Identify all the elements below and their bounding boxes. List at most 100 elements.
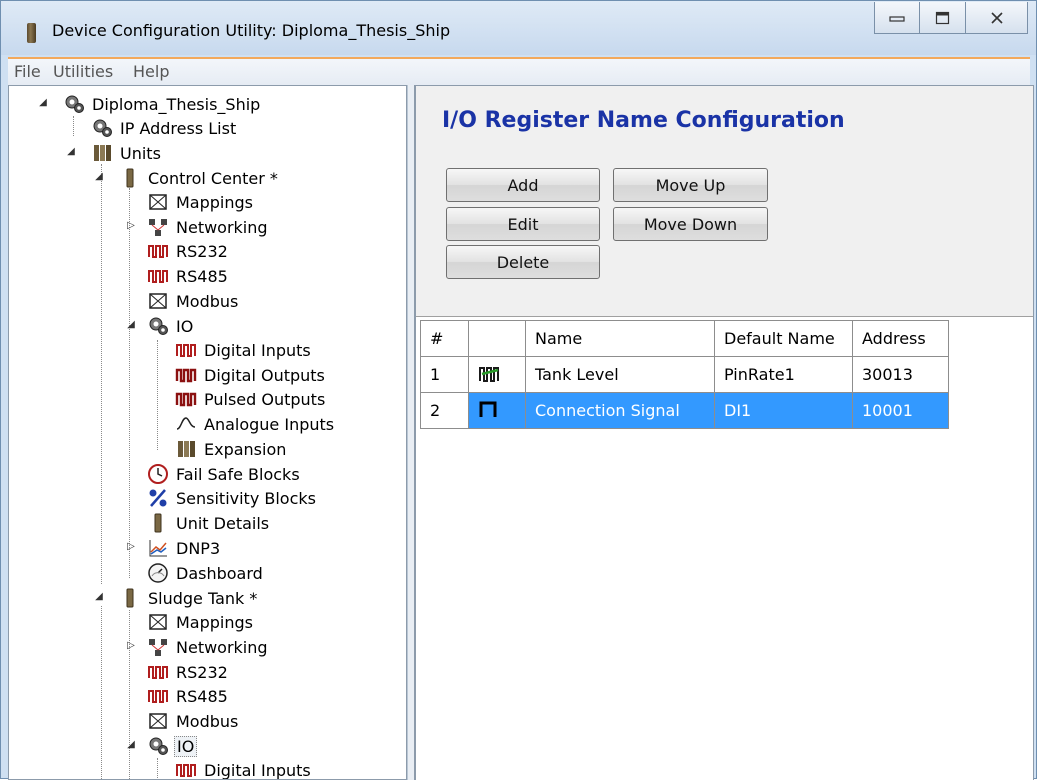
delete-button[interactable]: Delete: [446, 245, 600, 279]
tree-label: RS485: [176, 686, 228, 706]
row-default-name: DI1: [714, 392, 853, 429]
tree-node-analogue-inputs[interactable]: Analogue Inputs: [175, 412, 336, 436]
tree-label: Modbus: [176, 711, 239, 731]
tree-node-rs485[interactable]: RS485: [147, 264, 230, 288]
tree-node-mappings[interactable]: Mappings: [147, 610, 255, 634]
maximize-button[interactable]: [920, 2, 966, 34]
tree-node-rs232[interactable]: RS232: [147, 660, 230, 684]
collapse-icon[interactable]: ◢: [125, 739, 137, 750]
menu-file[interactable]: File: [14, 62, 41, 81]
tree-node-networking[interactable]: Networking: [147, 215, 270, 239]
tree-node-fail-safe-blocks[interactable]: Fail Safe Blocks: [147, 462, 302, 486]
close-button[interactable]: [966, 2, 1028, 34]
tree-node-ip-address-list[interactable]: IP Address List: [91, 116, 238, 140]
tree-node-expansion[interactable]: Expansion: [175, 437, 288, 461]
gears-icon: [147, 315, 169, 337]
expand-icon[interactable]: ▷: [125, 640, 137, 651]
tree-node-control-center[interactable]: Control Center *: [119, 166, 280, 190]
collapse-icon[interactable]: ◢: [65, 146, 77, 157]
table-row[interactable]: 1 Tank Level PinRate1 30013: [420, 356, 949, 393]
column-header-icon[interactable]: [468, 320, 526, 357]
tree-node-networking[interactable]: Networking: [147, 635, 270, 659]
mappings-icon: [147, 191, 169, 213]
tree-label: Digital Inputs: [204, 340, 311, 360]
serial-icon: [147, 661, 169, 683]
tree-node-pulsed-outputs[interactable]: Pulsed Outputs: [175, 387, 327, 411]
tree-node-units[interactable]: Units: [91, 141, 163, 165]
edit-button[interactable]: Edit: [446, 207, 600, 241]
tree-label: RS485: [176, 266, 228, 286]
tree-node-rs232[interactable]: RS232: [147, 239, 230, 263]
pane-splitter[interactable]: [407, 85, 415, 780]
tree-node-sludge-tank[interactable]: Sludge Tank *: [119, 586, 259, 610]
minimize-icon: [889, 15, 905, 22]
tree-label: Diploma_Thesis_Ship: [92, 94, 261, 114]
tree-node-dashboard[interactable]: Dashboard: [147, 561, 265, 585]
collapse-icon[interactable]: ◢: [37, 97, 49, 108]
tree-label: Dashboard: [176, 563, 263, 583]
menu-utilities[interactable]: Utilities: [53, 62, 113, 81]
row-name: Tank Level: [525, 356, 715, 393]
tree-label: Digital Inputs: [204, 760, 311, 780]
collapse-icon[interactable]: ◢: [93, 171, 105, 182]
column-header-default-name[interactable]: Default Name: [714, 320, 853, 357]
mappings-icon: [147, 710, 169, 732]
tree-label: Sensitivity Blocks: [176, 488, 316, 508]
table-row[interactable]: 2 Connection Signal DI1 10001: [420, 392, 949, 429]
tree-label: IP Address List: [120, 118, 237, 138]
tree-node-sensitivity-blocks[interactable]: Sensitivity Blocks: [147, 486, 318, 510]
unit-icon: [147, 512, 169, 534]
serial-icon: [147, 240, 169, 262]
tree-label: RS232: [176, 662, 228, 682]
tree-node-digital-outputs[interactable]: Digital Outputs: [175, 363, 327, 387]
serial-icon: [147, 265, 169, 287]
mappings-icon: [147, 611, 169, 633]
tree-label: Mappings: [176, 612, 253, 632]
analog-icon: [175, 413, 197, 435]
tree-label: Sludge Tank *: [148, 588, 258, 608]
row-number: 2: [420, 392, 469, 429]
tree-label: Modbus: [176, 291, 239, 311]
move-down-button[interactable]: Move Down: [613, 207, 768, 241]
tree-node-rs485[interactable]: RS485: [147, 684, 230, 708]
tree-node-digital-inputs[interactable]: Digital Inputs: [175, 758, 313, 780]
tree-node-io[interactable]: IO: [147, 734, 198, 758]
collapse-icon[interactable]: ◢: [125, 319, 137, 330]
tree-label: Analogue Inputs: [204, 414, 335, 434]
tree-node-modbus[interactable]: Modbus: [147, 709, 240, 733]
add-button[interactable]: Add: [446, 168, 600, 202]
row-icon-cell: [468, 356, 526, 393]
table-header-row: # Name Default Name Address: [420, 320, 949, 357]
tree-node-mappings[interactable]: Mappings: [147, 190, 255, 214]
title-bar[interactable]: Device Configuration Utility: Diploma_Th…: [1, 1, 1036, 55]
units-icon: [91, 142, 113, 164]
tree-node-diploma-thesis-ship[interactable]: Diploma_Thesis_Ship: [63, 92, 262, 116]
tree-label: Networking: [176, 217, 268, 237]
tree-node-modbus[interactable]: Modbus: [147, 289, 240, 313]
tree-node-digital-inputs[interactable]: Digital Inputs: [175, 338, 313, 362]
column-header-number[interactable]: #: [420, 320, 469, 357]
unit-icon: [119, 167, 141, 189]
pulse-rate-icon: [479, 366, 499, 382]
expand-icon[interactable]: ▷: [125, 220, 137, 231]
tree-label: Networking: [176, 637, 268, 657]
tree-node-unit-details[interactable]: Unit Details: [147, 511, 271, 535]
row-name: Connection Signal: [525, 392, 715, 429]
tree-node-dnp3[interactable]: DNP3: [147, 536, 222, 560]
tree-label: Fail Safe Blocks: [176, 464, 300, 484]
network-icon: [147, 216, 169, 238]
collapse-icon[interactable]: ◢: [93, 591, 105, 602]
tree-node-io[interactable]: IO: [147, 314, 195, 338]
move-up-button[interactable]: Move Up: [613, 168, 768, 202]
expand-icon[interactable]: ▷: [125, 541, 137, 552]
column-header-name[interactable]: Name: [525, 320, 715, 357]
tree-label: Digital Outputs: [204, 365, 325, 385]
menu-help[interactable]: Help: [133, 62, 169, 81]
tree-label: Expansion: [204, 439, 287, 459]
tree-label: IO: [174, 735, 198, 757]
column-header-address[interactable]: Address: [852, 320, 949, 357]
tree-label: Mappings: [176, 192, 253, 212]
minimize-button[interactable]: [874, 2, 920, 34]
io-register-panel: I/O Register Name Configuration Add Move…: [415, 85, 1034, 780]
caption-buttons: [874, 2, 1028, 34]
